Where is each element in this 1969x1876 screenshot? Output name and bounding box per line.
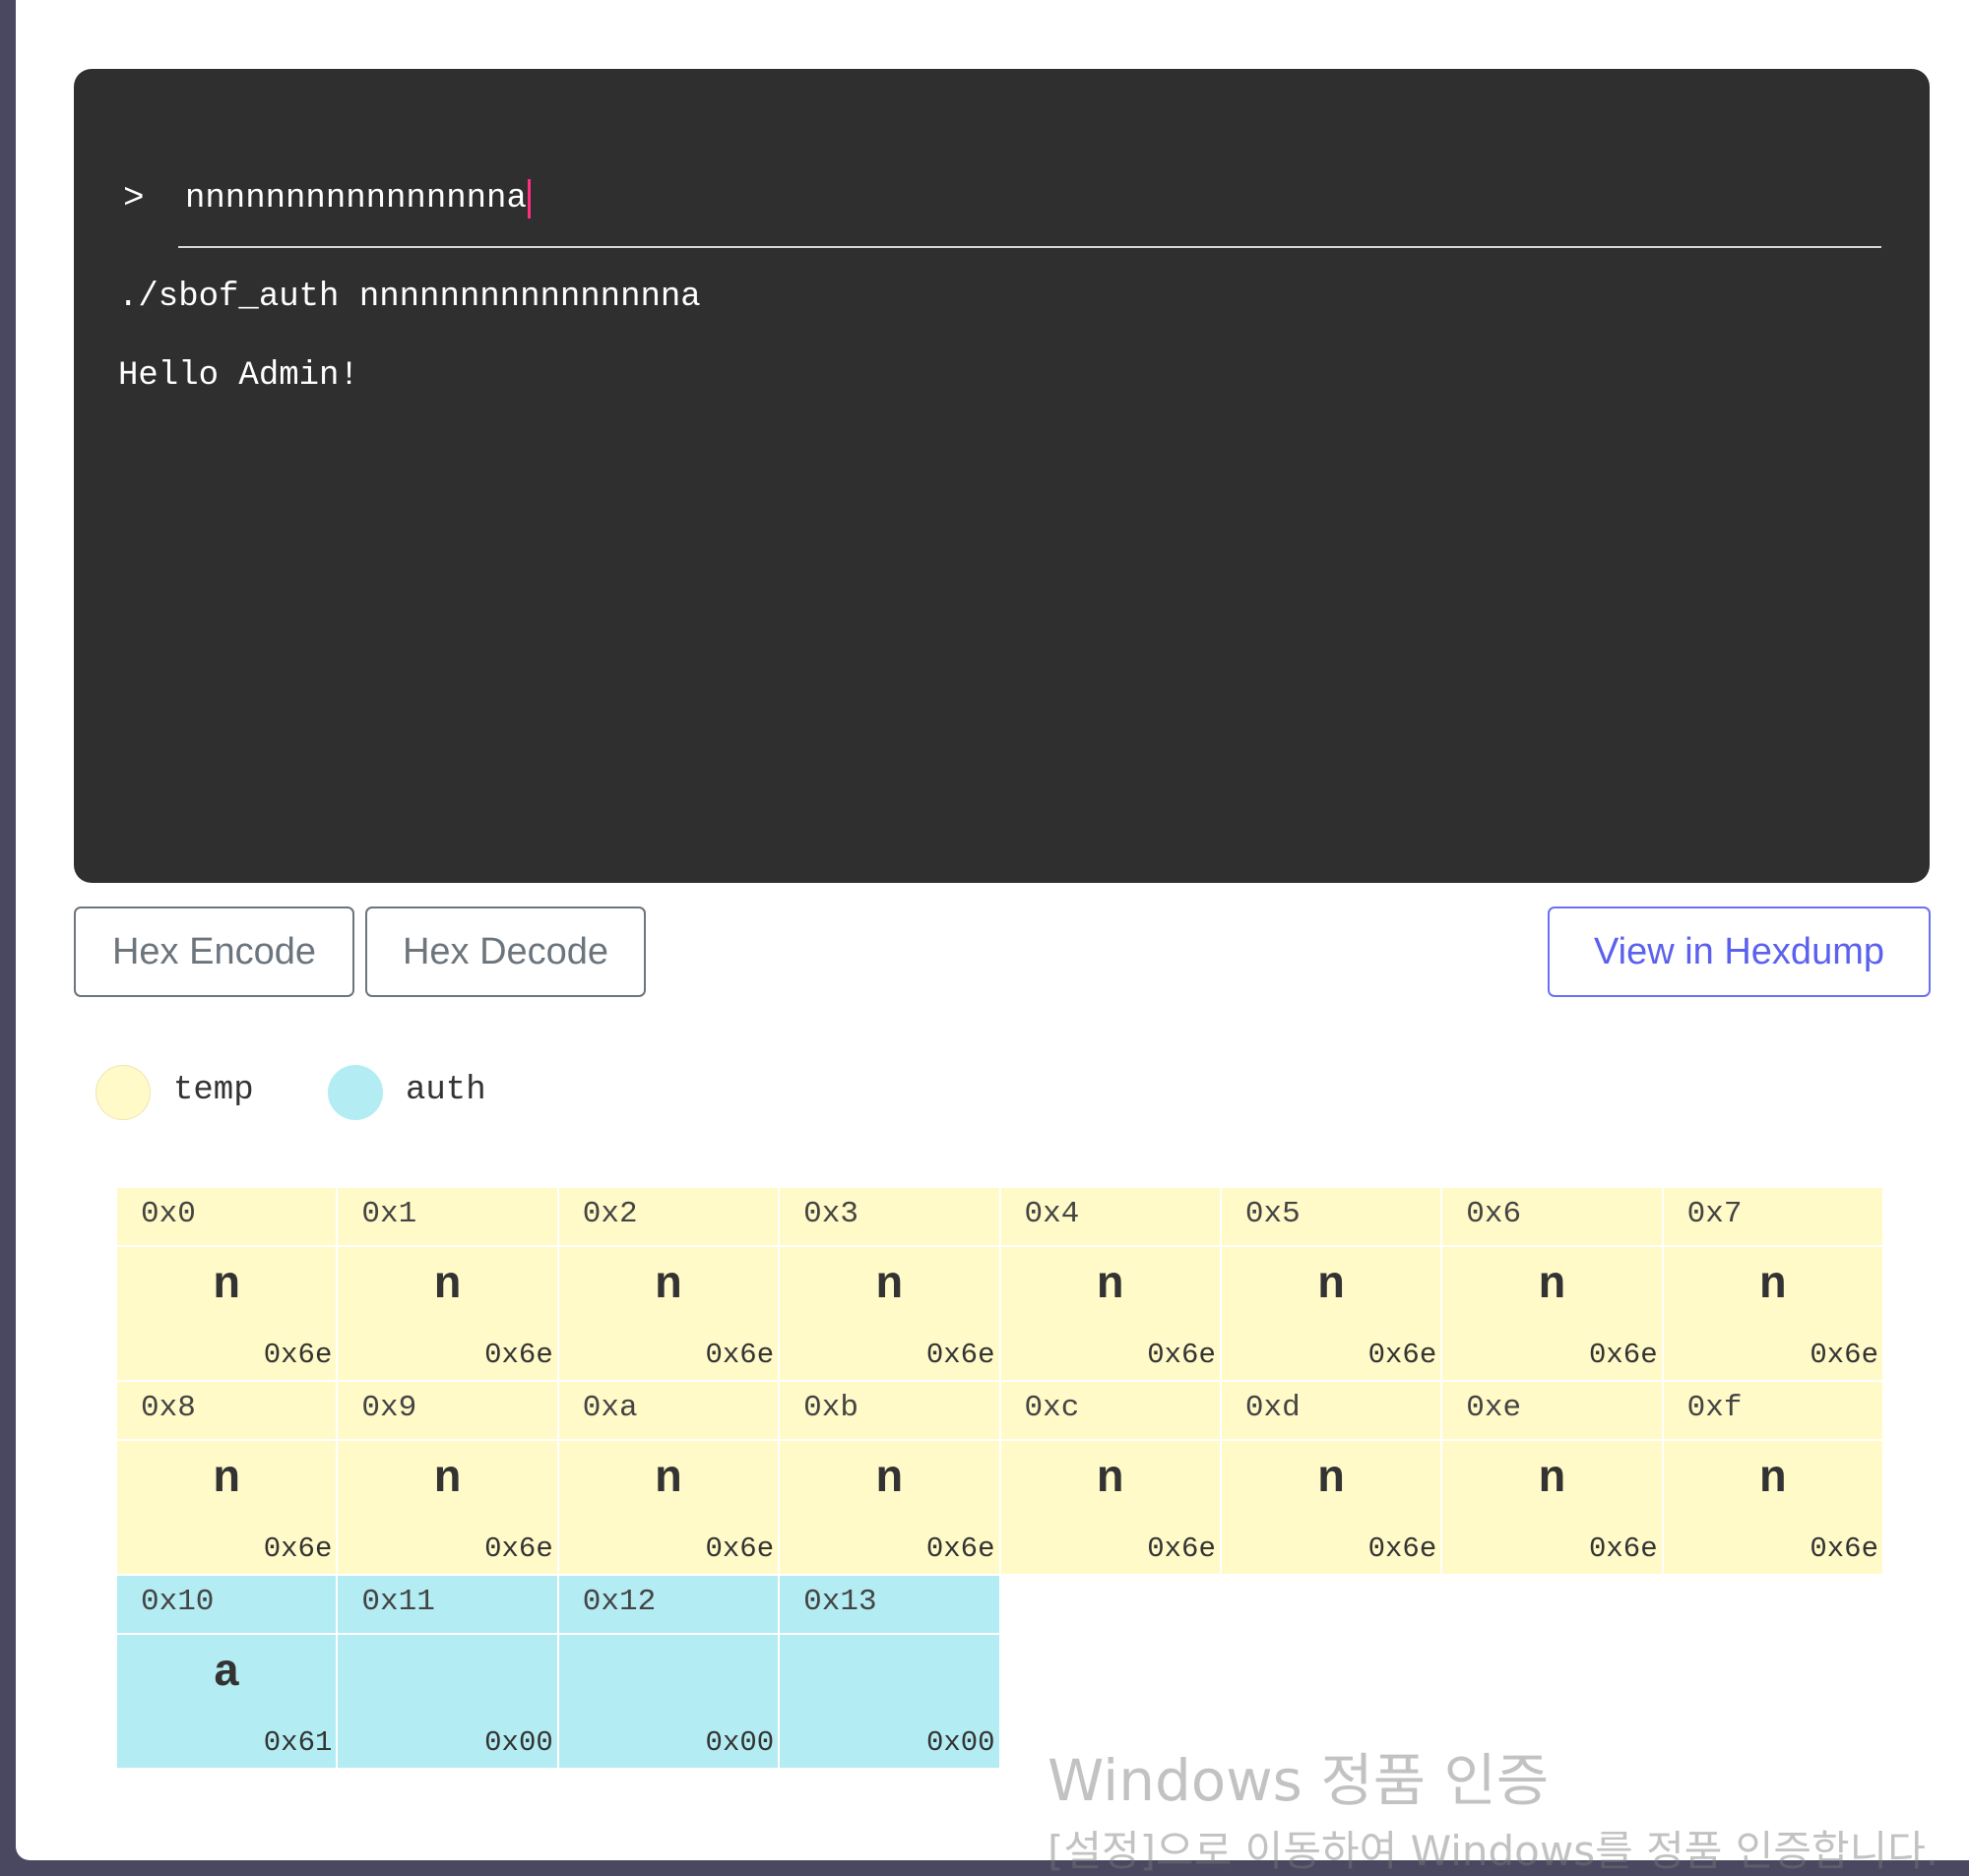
cell-address: 0x5 (1221, 1188, 1441, 1247)
cell-hex-value: 0x6e (1147, 1532, 1216, 1565)
memory-row: 0x0 n 0x6e 0x1 n 0x6e 0x2 n 0x6e 0x3 n 0x6e 0x4 n 0x6e… (117, 1188, 1884, 1382)
cell-hex-value: 0x6e (263, 1339, 333, 1371)
hex-decode-button[interactable]: Hex Decode (365, 907, 646, 997)
cell-hex-value: 0x6e (925, 1532, 995, 1565)
windows-activation-subtext: [설정]으로 이동하여 Windows를 정품 인증합니다. (1048, 1827, 1939, 1875)
terminal-input[interactable]: nnnnnnnnnnnnnnnna (185, 179, 531, 219)
cell-address: 0xc (1000, 1382, 1220, 1441)
cell-address: 0x9 (338, 1382, 557, 1441)
legend-temp-swatch (95, 1065, 151, 1120)
cell-char: n (1317, 1260, 1345, 1311)
cell-char: n (1538, 1454, 1566, 1505)
terminal-window: > nnnnnnnnnnnnnnnna ./sbof_auth nnnnnnnn… (74, 69, 1930, 883)
cell-hex-value: 0x6e (1147, 1339, 1216, 1371)
memory-cell-temp: 0x2 n 0x6e (558, 1188, 781, 1382)
cell-char: n (655, 1454, 682, 1505)
legend-auth-swatch (328, 1065, 383, 1120)
memory-cell-temp: 0x0 n 0x6e (117, 1188, 339, 1382)
cell-address: 0x4 (1000, 1188, 1220, 1247)
main-panel: > nnnnnnnnnnnnnnnna ./sbof_auth nnnnnnnn… (16, 0, 1969, 1875)
memory-cell-temp: 0x9 n 0x6e (338, 1382, 559, 1576)
memory-cell-auth: 0x11 0x00 (338, 1576, 559, 1770)
memory-cell-auth: 0x10 a 0x61 (117, 1576, 339, 1770)
cell-char: n (433, 1454, 462, 1505)
cell-address: 0xa (558, 1382, 779, 1441)
cell-hex-value: 0x00 (705, 1726, 775, 1759)
memory-cell-temp: 0xf n 0x6e (1663, 1382, 1884, 1576)
cell-hex-value: 0x00 (925, 1726, 995, 1759)
windows-activation-watermark: Windows 정품 인증 (1048, 1747, 1550, 1814)
legend-temp-label: temp (173, 1072, 254, 1109)
cell-address: 0x1 (338, 1188, 557, 1247)
cell-hex-value: 0x6e (1367, 1532, 1437, 1565)
cell-address: 0x2 (558, 1188, 779, 1247)
view-in-hexdump-button[interactable]: View in Hexdump (1548, 907, 1931, 997)
memory-cell-temp: 0xe n 0x6e (1442, 1382, 1664, 1576)
legend-auth-label: auth (406, 1072, 486, 1109)
input-underline (178, 246, 1881, 248)
memory-row: 0x10 a 0x61 0x11 0x00 0x12 0x00 0x13 0x00 (117, 1576, 1884, 1770)
cell-hex-value: 0x6e (1589, 1339, 1658, 1371)
memory-cell-auth: 0x13 0x00 (780, 1576, 1001, 1770)
memory-cell-temp: 0x4 n 0x6e (1000, 1188, 1222, 1382)
cell-hex-value: 0x00 (484, 1726, 553, 1759)
memory-cell-temp: 0x8 n 0x6e (117, 1382, 339, 1576)
cell-hex-value: 0x6e (705, 1339, 775, 1371)
cell-hex-value: 0x6e (925, 1339, 995, 1371)
cell-hex-value: 0x6e (1589, 1532, 1658, 1565)
cell-address: 0x7 (1663, 1188, 1882, 1247)
cell-address: 0x8 (117, 1382, 337, 1441)
cell-address: 0xd (1221, 1382, 1441, 1441)
cell-char: n (1096, 1260, 1124, 1311)
hex-encode-button[interactable]: Hex Encode (74, 907, 354, 997)
memory-cell-temp: 0x1 n 0x6e (338, 1188, 559, 1382)
program-output: Hello Admin! (118, 357, 359, 395)
cell-address: 0xb (780, 1382, 999, 1441)
cell-char: n (1538, 1260, 1566, 1311)
memory-cell-auth: 0x12 0x00 (558, 1576, 781, 1770)
memory-cell-temp: 0x6 n 0x6e (1442, 1188, 1664, 1382)
memory-cell-temp: 0xd n 0x6e (1221, 1382, 1443, 1576)
memory-cell-temp: 0xb n 0x6e (780, 1382, 1001, 1576)
memory-cell-temp: 0xa n 0x6e (558, 1382, 781, 1576)
terminal-input-value: nnnnnnnnnnnnnnnna (185, 180, 527, 218)
memory-cell-temp: 0xc n 0x6e (1000, 1382, 1222, 1576)
cell-hex-value: 0x6e (1367, 1339, 1437, 1371)
cell-hex-value: 0x6e (1810, 1532, 1878, 1565)
cell-char: n (1759, 1260, 1787, 1311)
cell-char: n (655, 1260, 682, 1311)
cell-address: 0x0 (117, 1188, 337, 1247)
memory-cell-temp: 0x3 n 0x6e (780, 1188, 1001, 1382)
cell-address: 0xf (1663, 1382, 1882, 1441)
memory-row: 0x8 n 0x6e 0x9 n 0x6e 0xa n 0x6e 0xb n 0x6e 0xc n 0x6e… (117, 1382, 1884, 1576)
cell-char: n (875, 1454, 904, 1505)
cell-char: n (433, 1260, 462, 1311)
cell-char: n (1096, 1454, 1124, 1505)
prompt-chevron-icon: > (123, 178, 145, 219)
cell-address: 0x13 (780, 1576, 999, 1635)
cell-address: 0x3 (780, 1188, 999, 1247)
cell-char: n (213, 1260, 240, 1311)
cell-char: n (1759, 1454, 1787, 1505)
cell-char: n (1317, 1454, 1345, 1505)
cell-hex-value: 0x6e (263, 1532, 333, 1565)
cell-hex-value: 0x6e (484, 1532, 553, 1565)
cell-hex-value: 0x6e (484, 1339, 553, 1371)
cell-hex-value: 0x61 (263, 1726, 333, 1759)
cell-address: 0x6 (1442, 1188, 1662, 1247)
memory-cell-temp: 0x7 n 0x6e (1663, 1188, 1884, 1382)
cell-address: 0x11 (338, 1576, 557, 1635)
memory-cell-temp: 0x5 n 0x6e (1221, 1188, 1443, 1382)
cell-char: n (875, 1260, 904, 1311)
memory-grid: 0x0 n 0x6e 0x1 n 0x6e 0x2 n 0x6e 0x3 n 0x6e 0x4 n 0x6e… (117, 1188, 1884, 1770)
cell-char: a (213, 1648, 240, 1699)
cell-address: 0xe (1442, 1382, 1662, 1441)
text-cursor (527, 179, 531, 219)
cell-hex-value: 0x6e (1810, 1339, 1878, 1371)
cell-address: 0x12 (558, 1576, 779, 1635)
cell-address: 0x10 (117, 1576, 337, 1635)
command-echo: ./sbof_auth nnnnnnnnnnnnnnnna (118, 279, 701, 316)
cell-hex-value: 0x6e (705, 1532, 775, 1565)
cell-char: n (213, 1454, 240, 1505)
